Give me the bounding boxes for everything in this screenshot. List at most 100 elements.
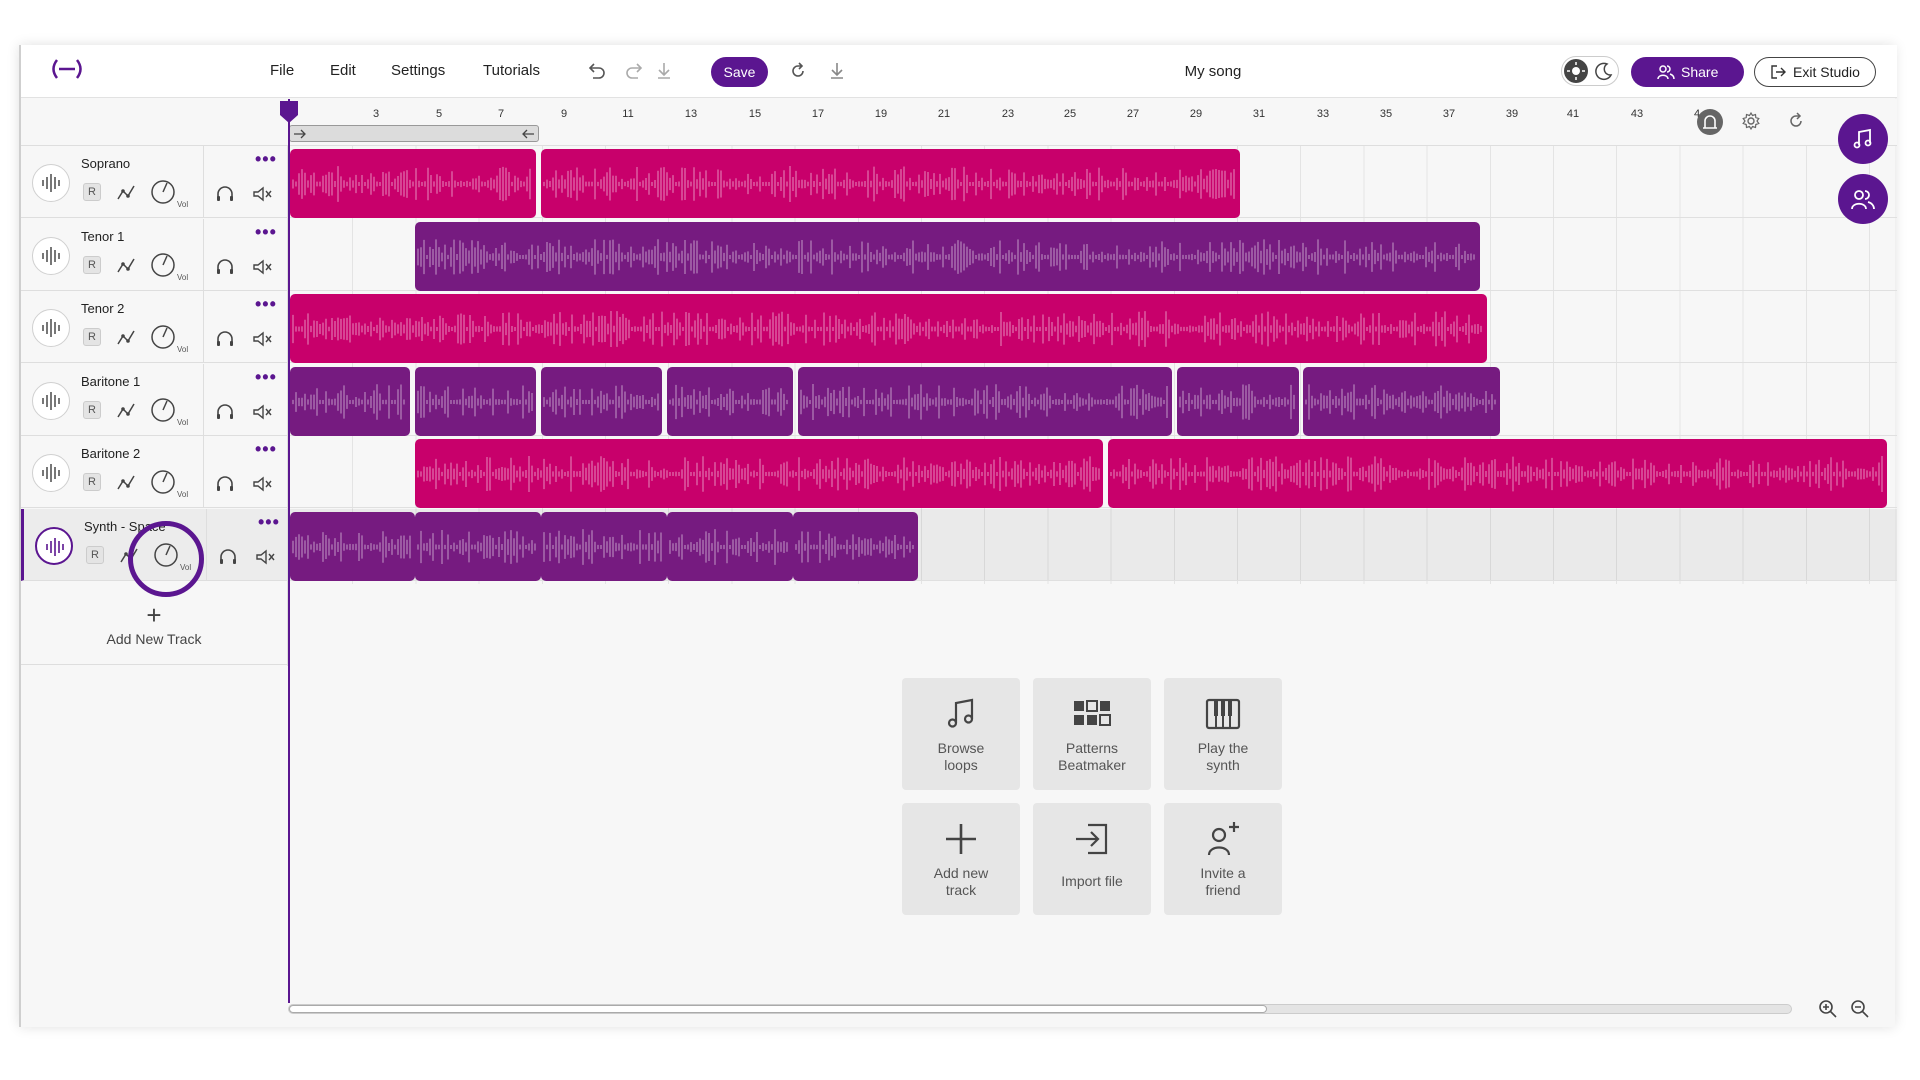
song-title[interactable]: My song — [1121, 63, 1305, 80]
invite-friend-button[interactable]: Invite afriend — [1164, 803, 1282, 915]
track-name[interactable]: Baritone 2 — [81, 446, 140, 461]
loop-icon[interactable] — [1786, 111, 1806, 131]
audio-clip[interactable] — [1303, 367, 1500, 436]
automation-icon[interactable] — [118, 545, 140, 567]
audio-clip[interactable] — [793, 512, 918, 581]
automation-icon[interactable] — [115, 327, 137, 349]
zoom-out-icon[interactable] — [1850, 999, 1870, 1019]
loops-fab-button[interactable] — [1838, 114, 1888, 164]
mute-icon[interactable] — [251, 256, 273, 278]
track-waveform-icon[interactable] — [32, 309, 70, 347]
automation-icon[interactable] — [115, 182, 137, 204]
headphones-icon[interactable] — [217, 546, 239, 568]
mute-icon[interactable] — [251, 328, 273, 350]
horizontal-scrollbar[interactable] — [288, 1004, 1792, 1014]
volume-knob[interactable] — [149, 468, 177, 496]
volume-knob[interactable] — [149, 178, 177, 206]
volume-knob[interactable] — [149, 323, 177, 351]
record-arm-button[interactable]: R — [83, 256, 101, 274]
mute-icon[interactable] — [251, 473, 273, 495]
audio-clip[interactable] — [667, 512, 793, 581]
headphones-icon[interactable] — [214, 401, 236, 423]
track-header[interactable]: Tenor 2 ••• R Vol — [21, 291, 287, 363]
audio-clip[interactable] — [541, 149, 1240, 218]
audio-clip[interactable] — [1108, 439, 1887, 508]
audio-clip[interactable] — [415, 512, 541, 581]
metronome-icon[interactable] — [1697, 109, 1723, 135]
track-lane[interactable] — [290, 291, 1897, 363]
track-lane[interactable] — [290, 219, 1897, 291]
audio-clip[interactable] — [415, 367, 536, 436]
mute-icon[interactable] — [251, 401, 273, 423]
record-arm-button[interactable]: R — [86, 546, 104, 564]
record-arm-button[interactable]: R — [83, 183, 101, 201]
track-lane[interactable] — [290, 436, 1897, 508]
track-name[interactable]: Soprano — [81, 156, 130, 171]
mute-icon[interactable] — [254, 546, 276, 568]
loop-region[interactable] — [289, 125, 539, 142]
undo-icon[interactable] — [585, 60, 607, 82]
audio-clip[interactable] — [415, 222, 1480, 291]
track-name[interactable]: Baritone 1 — [81, 374, 140, 389]
track-header[interactable]: Baritone 2 ••• R Vol — [21, 436, 287, 508]
refresh-icon[interactable] — [787, 60, 809, 82]
export-download-icon[interactable] — [826, 60, 848, 82]
save-button[interactable]: Save — [711, 57, 768, 87]
volume-knob[interactable] — [149, 251, 177, 279]
menu-file[interactable]: File — [270, 62, 294, 79]
add-new-track-button[interactable]: + Add New Track — [21, 595, 287, 665]
more-options-icon[interactable]: ••• — [255, 294, 277, 315]
audio-clip[interactable] — [415, 439, 1103, 508]
share-button[interactable]: Share — [1631, 57, 1744, 87]
record-arm-button[interactable]: R — [83, 401, 101, 419]
track-waveform-icon[interactable] — [32, 164, 70, 202]
headphones-icon[interactable] — [214, 256, 236, 278]
more-options-icon[interactable]: ••• — [258, 512, 280, 533]
track-waveform-icon[interactable] — [35, 527, 73, 565]
timeline-ruler[interactable]: 357911131517192123252729313335373941434 — [21, 99, 1897, 146]
track-waveform-icon[interactable] — [32, 454, 70, 492]
collaborators-fab-button[interactable] — [1838, 174, 1888, 224]
volume-knob[interactable] — [149, 396, 177, 424]
mute-icon[interactable] — [251, 183, 273, 205]
audio-clip[interactable] — [541, 512, 667, 581]
more-options-icon[interactable]: ••• — [255, 439, 277, 460]
audio-clip[interactable] — [290, 149, 536, 218]
automation-icon[interactable] — [115, 255, 137, 277]
audio-clip[interactable] — [290, 367, 410, 436]
audio-clip[interactable] — [798, 367, 1172, 436]
track-lane[interactable] — [290, 364, 1897, 436]
automation-icon[interactable] — [115, 400, 137, 422]
track-header[interactable]: Soprano ••• R Vol — [21, 146, 287, 218]
more-options-icon[interactable]: ••• — [255, 367, 277, 388]
browse-loops-button[interactable]: Browseloops — [902, 678, 1020, 790]
theme-toggle[interactable] — [1561, 56, 1619, 86]
more-options-icon[interactable]: ••• — [255, 222, 277, 243]
audio-clip[interactable] — [290, 294, 1487, 363]
zoom-in-icon[interactable] — [1818, 999, 1838, 1019]
track-lane[interactable] — [290, 146, 1897, 218]
gear-icon[interactable] — [1741, 111, 1761, 131]
track-waveform-icon[interactable] — [32, 382, 70, 420]
audio-clip[interactable] — [541, 367, 662, 436]
scrollbar-thumb[interactable] — [289, 1005, 1267, 1013]
automation-icon[interactable] — [115, 472, 137, 494]
play-synth-button[interactable]: Play thesynth — [1164, 678, 1282, 790]
menu-tutorials[interactable]: Tutorials — [483, 62, 540, 79]
audio-clip[interactable] — [667, 367, 793, 436]
logo-icon[interactable] — [49, 57, 85, 81]
add-new-track-tile[interactable]: Add newtrack — [902, 803, 1020, 915]
track-header[interactable]: Synth - Space ••• R Vol — [21, 509, 287, 581]
track-name[interactable]: Tenor 2 — [81, 301, 124, 316]
download-icon[interactable] — [653, 60, 675, 82]
menu-settings[interactable]: Settings — [391, 62, 445, 79]
redo-icon[interactable] — [624, 60, 646, 82]
patterns-beatmaker-button[interactable]: PatternsBeatmaker — [1033, 678, 1151, 790]
headphones-icon[interactable] — [214, 473, 236, 495]
track-lane[interactable] — [290, 509, 1897, 581]
track-header[interactable]: Tenor 1 ••• R Vol — [21, 219, 287, 291]
audio-clip[interactable] — [1177, 367, 1299, 436]
track-name[interactable]: Synth - Space — [84, 519, 166, 534]
record-arm-button[interactable]: R — [83, 473, 101, 491]
menu-edit[interactable]: Edit — [330, 62, 356, 79]
